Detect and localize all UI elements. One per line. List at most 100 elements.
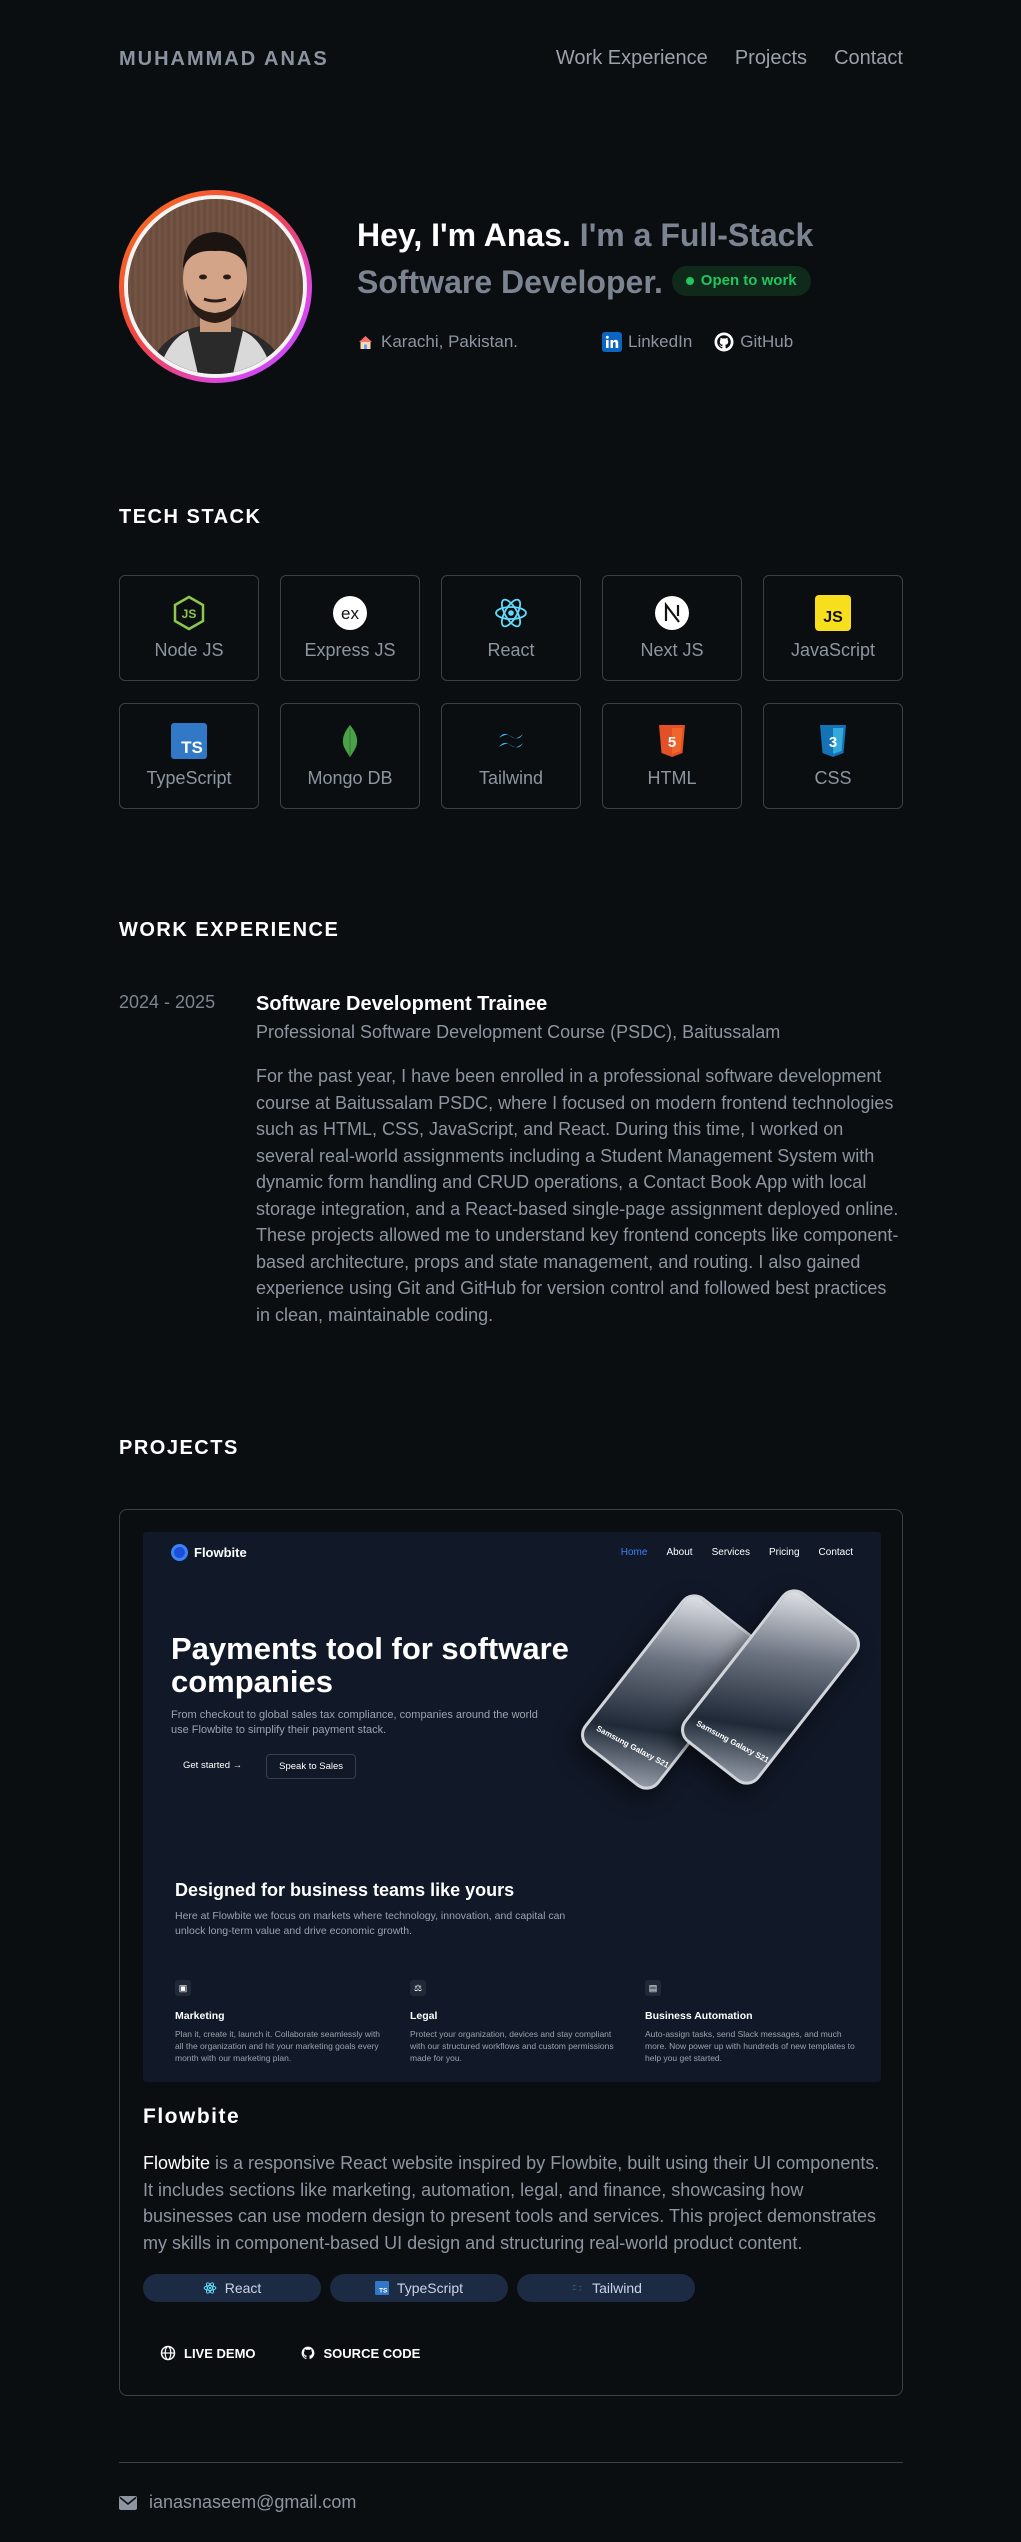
tech-label: Next JS — [640, 640, 704, 660]
chip-label: React — [224, 2280, 262, 2296]
preview-phones-image: Samsung Galaxy S21 Samsung Galaxy S21 — [573, 1582, 867, 1812]
tech-card-tailwind: Tailwind — [441, 703, 581, 809]
tech-label: React — [487, 640, 535, 660]
avatar-ring — [119, 190, 312, 383]
chip-label: TypeScript — [396, 2280, 464, 2296]
tech-card-react: React — [441, 575, 581, 681]
house-icon — [359, 335, 372, 349]
hero-role-line1: I'm a Full-Stack — [579, 217, 814, 253]
mail-icon — [119, 2495, 137, 2510]
preview-nav-item: Pricing — [768, 1547, 800, 1558]
experience-description: For the past year, I have been enrolled … — [256, 1066, 899, 1325]
location-text: Karachi, Pakistan. — [381, 332, 519, 351]
hero-greeting: Hey, I'm Anas. — [357, 217, 571, 253]
footer-divider — [119, 2462, 903, 2463]
experience-date: 2024 - 2025 — [119, 992, 216, 1012]
social-links: LinkedIn GitHub — [602, 332, 793, 352]
tech-grid: JS Node JS ex Express JS React Next JS J… — [119, 575, 903, 809]
preview-logo-text: Flowbite — [194, 1545, 247, 1560]
preview-heading: Payments tool for software companies — [171, 1631, 569, 1699]
typescript-icon: TS — [374, 2281, 389, 2295]
nav-projects[interactable]: Projects — [735, 47, 807, 70]
tech-label: JavaScript — [790, 640, 876, 660]
preview-speak-to-sales: Speak to Sales — [266, 1754, 357, 1779]
tech-label: CSS — [814, 768, 852, 788]
preview-section-text: Here at Flowbite we focus on markets whe… — [175, 1910, 566, 1937]
tech-card-javascript: JS JavaScript — [763, 575, 903, 681]
preview-nav-item: About — [666, 1547, 693, 1558]
megaphone-icon: ▣ — [175, 1980, 191, 1996]
badge-label: Open to work — [700, 272, 797, 290]
nav-contact[interactable]: Contact — [834, 47, 903, 70]
nodejs-icon: JS — [171, 595, 207, 631]
work-experience-heading: WORK EXPERIENCE — [119, 919, 340, 941]
profile-photo — [128, 199, 303, 374]
preview-nav-item: Contact — [818, 1547, 853, 1558]
express-icon: ex — [332, 595, 368, 631]
feature-title: Business Automation — [645, 2010, 753, 2022]
experience-title: Software Development Trainee — [256, 993, 548, 1015]
chip-typescript: TS TypeScript — [330, 2274, 508, 2302]
github-link[interactable]: GitHub — [714, 332, 793, 352]
github-label: GitHub — [740, 332, 794, 351]
tailwind-icon — [493, 723, 529, 759]
feature-title: Marketing — [175, 2010, 225, 2022]
footer-contact[interactable]: ianasnaseem@gmail.com — [119, 2492, 356, 2513]
tech-card-html: 5 HTML — [602, 703, 742, 809]
preview-nav-item: Home — [620, 1547, 648, 1558]
project-card: Flowbite Home About Services Pricing Con… — [119, 1509, 903, 2396]
linkedin-label: LinkedIn — [628, 332, 693, 351]
react-icon — [203, 2282, 217, 2294]
feature-text: Protect your organization, devices and s… — [410, 2029, 614, 2063]
react-icon — [493, 595, 529, 631]
scale-icon: ⚖ — [410, 1980, 426, 1996]
javascript-icon: JS — [815, 595, 851, 631]
svg-text:JS: JS — [182, 607, 197, 621]
preview-buttons: Get started → Speak to Sales — [171, 1754, 591, 1779]
preview-features: ▣ Marketing Plan it, create it, launch i… — [175, 1980, 855, 2064]
typescript-icon: TS — [171, 723, 207, 759]
preview-feature: ▤ Business Automation Auto-assign tasks,… — [645, 1980, 855, 2064]
footer-email[interactable]: ianasnaseem@gmail.com — [149, 2492, 356, 2513]
site-brand[interactable]: MUHAMMAD ANAS — [119, 48, 329, 71]
project-description: Flowbite is a responsive React website i… — [143, 2150, 883, 2256]
phone-label: Samsung Galaxy S21 — [594, 1723, 671, 1770]
tech-label: Tailwind — [478, 768, 544, 788]
phone-label: Samsung Galaxy S21 — [694, 1718, 771, 1765]
page: MUHAMMAD ANAS Work Experience Projects C… — [0, 0, 1021, 2542]
svg-text:ex: ex — [341, 604, 359, 623]
chip-label: Tailwind — [592, 2280, 642, 2296]
project-screenshot[interactable]: Flowbite Home About Services Pricing Con… — [143, 1532, 881, 2082]
linkedin-icon — [602, 332, 622, 352]
experience-org: Professional Software Development Course… — [256, 1022, 781, 1042]
preview-section-heading: Designed for business teams like yours — [175, 1880, 515, 1900]
source-code-button[interactable]: SOURCE CODE — [300, 2345, 420, 2361]
live-demo-button[interactable]: LIVE DEMO — [160, 2345, 256, 2361]
top-nav: Work Experience Projects Contact — [556, 47, 903, 70]
project-desc-lead: Flowbite — [143, 2153, 211, 2173]
project-desc-rest: is a responsive React website inspired b… — [143, 2153, 880, 2253]
feature-text: Plan it, create it, launch it. Collabora… — [175, 2029, 381, 2063]
avatar — [128, 199, 303, 374]
status-dot-icon — [685, 276, 694, 285]
mongodb-icon — [332, 723, 368, 759]
project-tech-chips: React TS TypeScript Tailwind — [143, 2274, 695, 2302]
tech-card-nodejs: JS Node JS — [119, 575, 259, 681]
github-icon — [301, 2346, 314, 2360]
tech-card-nextjs: Next JS — [602, 575, 742, 681]
html-icon: 5 — [654, 723, 690, 759]
tech-card-mongodb: Mongo DB — [280, 703, 420, 809]
hero-heading: Hey, I'm Anas. I'm a Full-Stack Software… — [357, 212, 917, 306]
location: Karachi, Pakistan. — [357, 332, 518, 352]
preview-feature: ⚖ Legal Protect your organization, devic… — [410, 1980, 620, 2064]
chip-react: React — [143, 2274, 321, 2302]
css-icon: 3 — [815, 723, 851, 759]
tailwind-icon — [572, 2285, 582, 2291]
projects-heading: PROJECTS — [119, 1437, 239, 1459]
linkedin-link[interactable]: LinkedIn — [602, 332, 692, 352]
feature-text: Auto-assign tasks, send Slack messages, … — [645, 2029, 855, 2063]
nav-work-experience[interactable]: Work Experience — [556, 47, 708, 70]
tech-label: Express JS — [304, 640, 396, 660]
preview-feature: ▣ Marketing Plan it, create it, launch i… — [175, 1980, 385, 2064]
svg-text:TS: TS — [379, 2288, 388, 2295]
